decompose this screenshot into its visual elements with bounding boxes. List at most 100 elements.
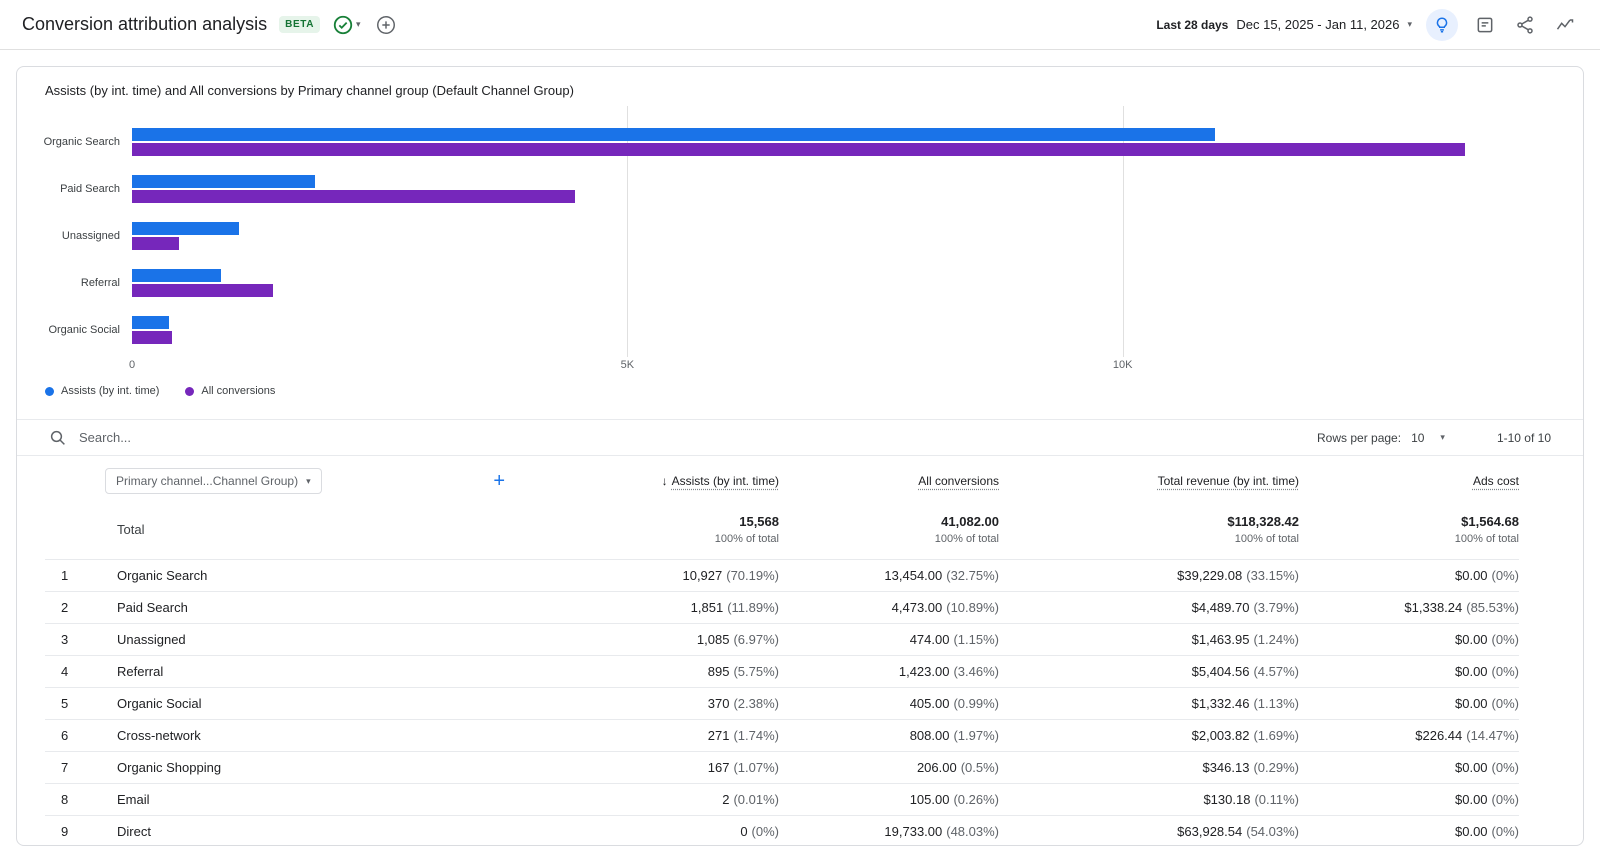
bar-assists-by-int-time-: [132, 316, 169, 329]
report-status-dropdown[interactable]: ▾: [332, 14, 361, 36]
chart-bar-group: [132, 306, 1519, 353]
table-row[interactable]: 5 Organic Social 370(2.38%) 405.00(0.99%…: [45, 687, 1519, 719]
pagination-info: 1-10 of 10: [1497, 431, 1551, 445]
add-comparison-button[interactable]: [373, 12, 399, 38]
metric-cell: 405.00(0.99%): [910, 696, 999, 711]
top-bar: Conversion attribution analysis BETA ▾ L…: [0, 0, 1600, 50]
insights-button[interactable]: [1426, 9, 1458, 41]
legend-label: All conversions: [201, 385, 275, 397]
metric-cell: $0.00(0%): [1455, 824, 1519, 839]
row-channel-name: Organic Shopping: [117, 760, 529, 775]
table-row[interactable]: 4 Referral 895(5.75%) 1,423.00(3.46%) $5…: [45, 655, 1519, 687]
beta-badge: BETA: [279, 16, 320, 33]
metric-cell: 271(1.74%): [708, 728, 779, 743]
rows-per-page-value: 10: [1411, 431, 1424, 445]
metric-cell: 370(2.38%): [708, 696, 779, 711]
date-range-value: Dec 15, 2025 - Jan 11, 2026: [1236, 17, 1399, 32]
chevron-down-icon: ▾: [306, 477, 311, 486]
chart-category-label: Organic Social: [45, 306, 132, 353]
bar-all-conversions: [132, 237, 179, 250]
legend-item: Assists (by int. time): [45, 385, 159, 397]
legend-dot-icon: [45, 387, 54, 396]
sparkline-icon: [1555, 15, 1575, 35]
table-total-row: Total 15,568 100% of total 41,082.00 100…: [45, 504, 1519, 559]
metric-cell: $39,229.08(33.15%): [1177, 568, 1299, 583]
x-axis-tick-label: 5K: [621, 359, 634, 371]
dimension-selector[interactable]: Primary channel...Channel Group) ▾: [105, 468, 322, 494]
legend-label: Assists (by int. time): [61, 385, 159, 397]
table-row[interactable]: 7 Organic Shopping 167(1.07%) 206.00(0.5…: [45, 751, 1519, 783]
search-input[interactable]: [79, 430, 379, 445]
table-row[interactable]: 8 Email 2(0.01%) 105.00(0.26%) $130.18(0…: [45, 783, 1519, 815]
date-preset-label: Last 28 days: [1156, 18, 1228, 32]
insights-trend-button[interactable]: [1552, 12, 1578, 38]
row-index: 7: [45, 760, 117, 775]
metric-cell: 105.00(0.26%): [910, 792, 999, 807]
chart-bar-group: [132, 259, 1519, 306]
metric-cell: $0.00(0%): [1455, 760, 1519, 775]
x-axis-tick-label: 0: [129, 359, 135, 371]
metric-cell: $226.44(14.47%): [1415, 728, 1519, 743]
metric-cell: 1,851(11.89%): [691, 600, 779, 615]
total-ads-cost: $1,564.68 100% of total: [1455, 514, 1519, 545]
bar-assists-by-int-time-: [132, 128, 1215, 141]
metric-cell: $4,489.70(3.79%): [1192, 600, 1299, 615]
chart-category-label: Organic Search: [45, 118, 132, 165]
chevron-down-icon: ▾: [1440, 433, 1445, 442]
table-row[interactable]: 6 Cross-network 271(1.74%) 808.00(1.97%)…: [45, 719, 1519, 751]
metric-cell: $346.13(0.29%): [1202, 760, 1299, 775]
search-icon: [49, 429, 67, 447]
chevron-down-icon: ▾: [1407, 20, 1412, 29]
chart-title: Assists (by int. time) and All conversio…: [45, 83, 1519, 98]
bar-assists-by-int-time-: [132, 222, 239, 235]
row-index: 5: [45, 696, 117, 711]
row-channel-name: Organic Search: [117, 568, 529, 583]
table-row[interactable]: 2 Paid Search 1,851(11.89%) 4,473.00(10.…: [45, 591, 1519, 623]
sort-descending-icon: ↓: [662, 474, 668, 488]
bar-all-conversions: [132, 190, 575, 203]
chart-category-label: Paid Search: [45, 165, 132, 212]
column-header-ads-cost[interactable]: Ads cost: [1473, 474, 1519, 488]
row-index: 3: [45, 632, 117, 647]
legend-dot-icon: [185, 387, 194, 396]
rows-per-page-label: Rows per page:: [1317, 431, 1401, 445]
chevron-down-icon: ▾: [356, 20, 361, 29]
metric-cell: $1,332.46(1.13%): [1192, 696, 1299, 711]
metric-cell: 1,085(6.97%): [697, 632, 779, 647]
column-header-all-conversions[interactable]: All conversions: [918, 474, 999, 488]
notes-button[interactable]: [1472, 12, 1498, 38]
metric-cell: $2,003.82(1.69%): [1192, 728, 1299, 743]
metric-cell: 808.00(1.97%): [910, 728, 999, 743]
report-card: Assists (by int. time) and All conversio…: [16, 66, 1584, 846]
row-channel-name: Referral: [117, 664, 529, 679]
date-range-picker[interactable]: Last 28 days Dec 15, 2025 - Jan 11, 2026…: [1156, 17, 1412, 32]
total-label: Total: [117, 522, 529, 537]
row-channel-name: Email: [117, 792, 529, 807]
column-header-total-revenue[interactable]: Total revenue (by int. time): [1158, 474, 1299, 488]
check-circle-icon: [332, 14, 354, 36]
plus-circle-icon: [375, 14, 397, 36]
metric-cell: $1,338.24(85.53%): [1404, 600, 1519, 615]
chart-category-label: Unassigned: [45, 212, 132, 259]
rows-per-page-select[interactable]: 10 ▾: [1411, 431, 1445, 445]
row-channel-name: Direct: [117, 824, 529, 839]
table-row[interactable]: 1 Organic Search 10,927(70.19%) 13,454.0…: [45, 559, 1519, 591]
page-title: Conversion attribution analysis: [22, 14, 267, 35]
chart-legend: Assists (by int. time) All conversions: [45, 373, 1519, 397]
table-row[interactable]: 3 Unassigned 1,085(6.97%) 474.00(1.15%) …: [45, 623, 1519, 655]
metric-cell: 895(5.75%): [708, 664, 779, 679]
bar-all-conversions: [132, 331, 172, 344]
table-row[interactable]: 9 Direct 0(0%) 19,733.00(48.03%) $63,928…: [45, 815, 1519, 846]
row-channel-name: Organic Social: [117, 696, 529, 711]
chart-bar-group: [132, 212, 1519, 259]
chart-section: Assists (by int. time) and All conversio…: [17, 67, 1583, 397]
column-header-assists[interactable]: ↓Assists (by int. time): [662, 474, 779, 488]
note-icon: [1475, 15, 1495, 35]
share-button[interactable]: [1512, 12, 1538, 38]
x-axis-tick-label: 10K: [1113, 359, 1133, 371]
metric-cell: 13,454.00(32.75%): [884, 568, 999, 583]
chart-bar-group: [132, 118, 1519, 165]
add-column-button[interactable]: +: [493, 471, 529, 491]
row-index: 2: [45, 600, 117, 615]
bar-assists-by-int-time-: [132, 269, 221, 282]
